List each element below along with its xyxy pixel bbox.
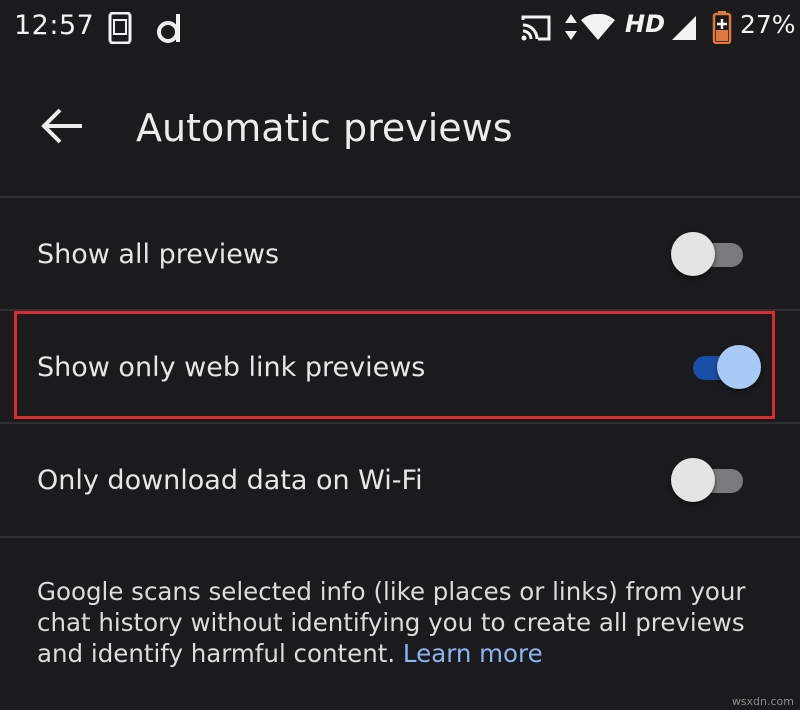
show-all-previews-toggle[interactable] — [671, 231, 745, 277]
page-title: Automatic previews — [136, 106, 513, 150]
settings-screen: 12:57 HD 27% Automatic previews Show all… — [0, 0, 800, 710]
watermark: wsxdn.com — [731, 695, 794, 708]
battery-percent: 27% — [740, 10, 796, 39]
status-bar: 12:57 HD 27% — [0, 0, 800, 56]
highlight-box — [14, 311, 775, 419]
app-d-icon — [156, 12, 186, 48]
info-text: Google scans selected info (like places … — [37, 576, 777, 669]
setting-label: Show all previews — [37, 238, 280, 270]
signal-icon — [670, 14, 698, 46]
setting-row-show-all-previews[interactable]: Show all previews — [0, 198, 800, 310]
divider — [0, 536, 800, 538]
learn-more-link[interactable]: Learn more — [403, 639, 543, 668]
phone-screen-icon — [108, 11, 132, 48]
app-bar: Automatic previews — [0, 70, 800, 188]
network-type-label: HD — [625, 10, 666, 38]
setting-row-only-download-on-wifi[interactable]: Only download data on Wi-Fi — [0, 424, 800, 536]
only-download-on-wifi-toggle[interactable] — [671, 457, 745, 503]
back-arrow-icon[interactable] — [38, 106, 88, 146]
setting-label: Only download data on Wi-Fi — [37, 464, 423, 496]
wifi-icon — [580, 13, 616, 46]
status-time: 12:57 — [14, 10, 95, 41]
info-description: Google scans selected info (like places … — [37, 577, 746, 668]
cast-icon — [520, 14, 552, 46]
battery-charging-icon — [712, 10, 732, 48]
data-arrows-icon — [564, 12, 578, 46]
